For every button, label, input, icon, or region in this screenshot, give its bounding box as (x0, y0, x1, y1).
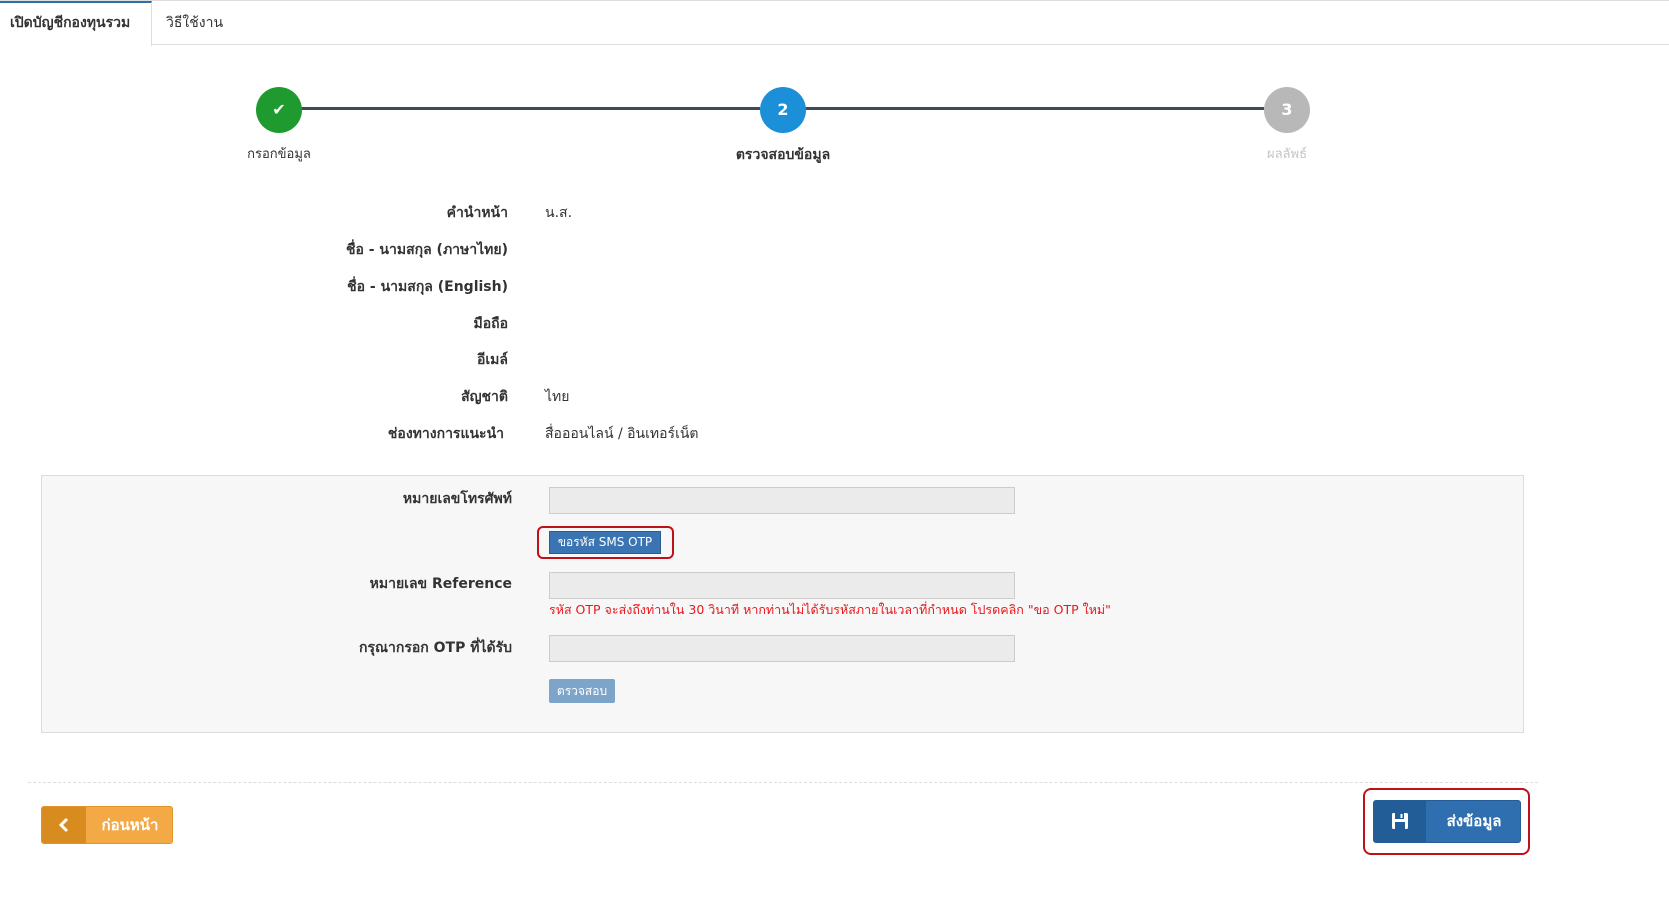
step-2-circle: 2 (760, 87, 806, 133)
verify-otp-button[interactable]: ตรวจสอบ (549, 679, 615, 703)
title-label: คำนำหน้า (446, 205, 508, 221)
step-1-check-icon: ✔ (256, 87, 302, 133)
otp-note: รหัส OTP จะส่งถึงท่านใน 30 วินาที หากท่า… (549, 602, 1111, 617)
submit-button[interactable]: ส่งข้อมูล (1373, 800, 1521, 843)
otp-code-label: กรุณากรอก OTP ที่ได้รับ (359, 640, 512, 656)
stepper-line-1 (300, 107, 760, 110)
nationality-value: ไทย (545, 389, 570, 405)
step-3-circle: 3 (1264, 87, 1310, 133)
phone-number-input[interactable] (549, 487, 1015, 514)
phone-number-label: หมายเลขโทรศัพท์ (402, 491, 512, 507)
tab-open-fund-account[interactable]: เปิดบัญชีกองทุนรวม (0, 1, 152, 46)
chevron-left-icon (42, 807, 86, 843)
tab-bar: เปิดบัญชีกองทุนรวม วิธีใช้งาน (0, 0, 1669, 46)
name-thai-label: ชื่อ - นามสกุล (ภาษาไทย) (345, 242, 508, 258)
nationality-label: สัญชาติ (461, 389, 508, 405)
stepper-line-2 (804, 107, 1264, 110)
referral-channel-label: ช่องทางการแนะนำ (387, 426, 504, 442)
title-value: น.ส. (545, 205, 573, 221)
name-english-label: ชื่อ - นามสกุล (English) (347, 279, 508, 295)
previous-button[interactable]: ก่อนหน้า (41, 806, 173, 844)
previous-button-label: ก่อนหน้า (101, 816, 159, 834)
step-2-label: ตรวจสอบข้อมูล (735, 147, 831, 163)
request-sms-otp-button[interactable]: ขอรหัส SMS OTP (549, 531, 661, 554)
email-label: อีเมล์ (476, 352, 508, 368)
save-icon (1374, 801, 1426, 842)
reference-number-input[interactable] (549, 572, 1015, 599)
step-3-label: ผลลัพธ์ (1266, 147, 1308, 162)
otp-code-input[interactable] (549, 635, 1015, 662)
tab-how-to-use[interactable]: วิธีใช้งาน (156, 1, 233, 46)
step-1-label: กรอกข้อมูล (247, 147, 311, 162)
submit-button-label: ส่งข้อมูล (1446, 812, 1502, 830)
footer-divider (28, 782, 1538, 783)
reference-number-label: หมายเลข Reference (369, 576, 512, 592)
mobile-label: มือถือ (473, 316, 508, 332)
referral-channel-value: สื่อออนไลน์ / อินเทอร์เน็ต (545, 426, 699, 442)
